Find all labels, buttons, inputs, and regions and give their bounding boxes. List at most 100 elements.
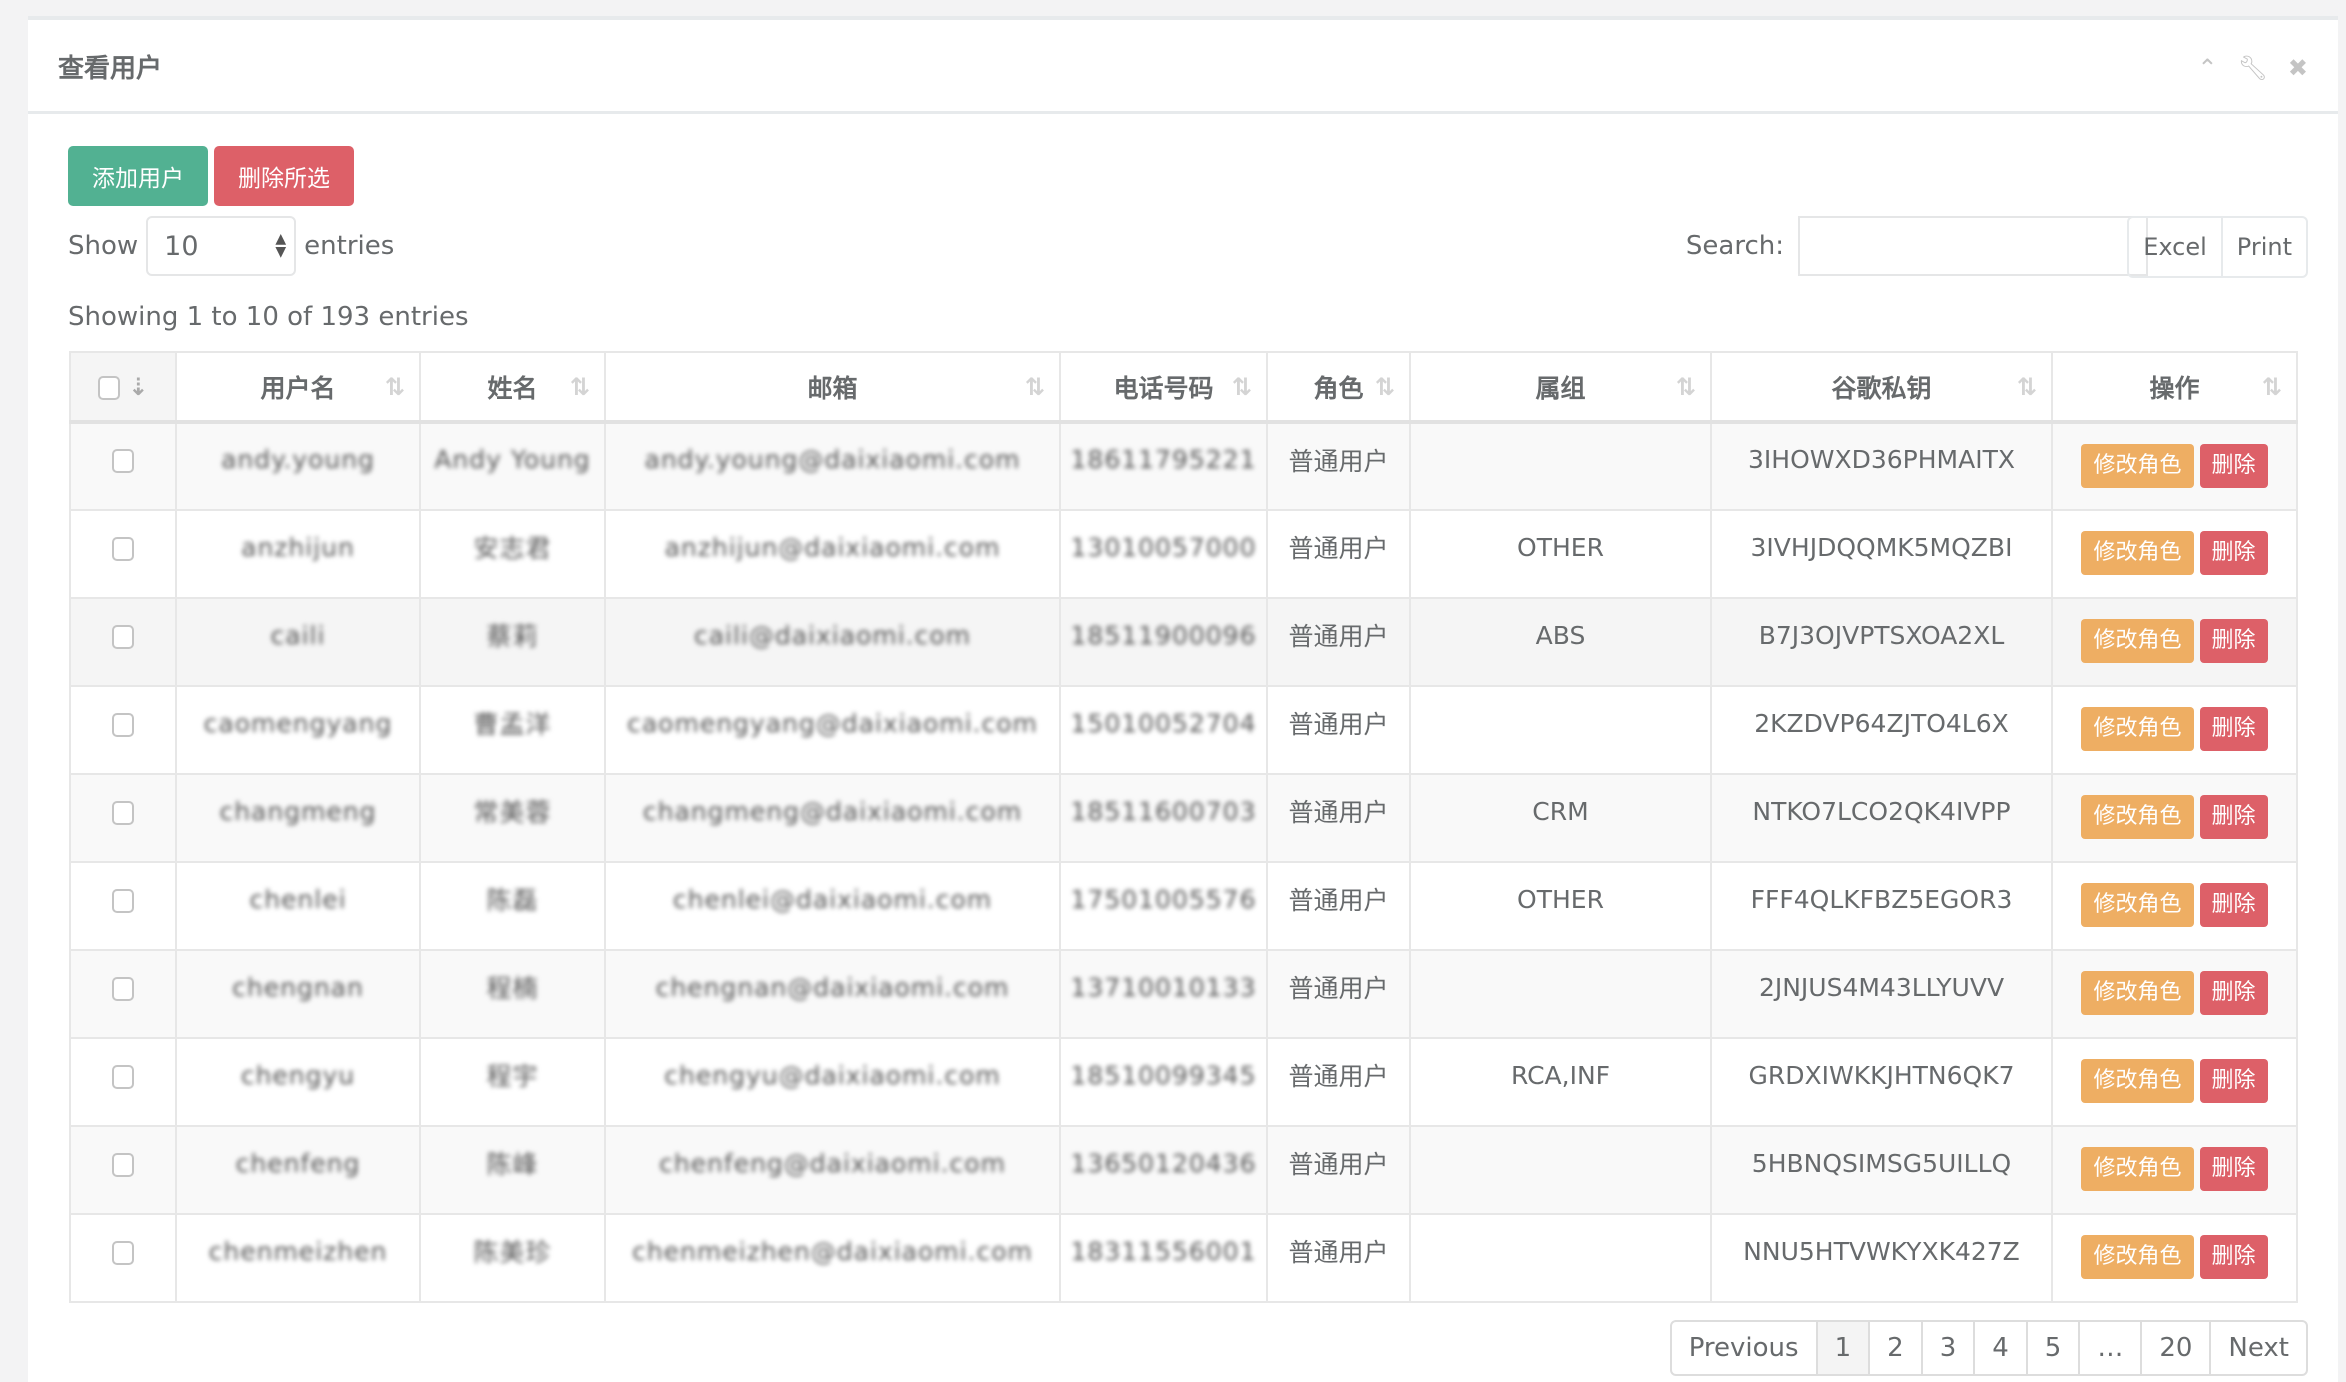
page-title: 查看用户 <box>58 54 163 84</box>
sort-icon[interactable]: ⇅ <box>2262 373 2282 401</box>
row-select[interactable] <box>69 1037 177 1127</box>
next-button[interactable]: Next <box>2209 1322 2306 1374</box>
row-checkbox[interactable] <box>112 624 134 649</box>
column-label: 角色 <box>1313 373 1364 403</box>
edit-role-button[interactable]: 修改角色 <box>2081 1147 2194 1191</box>
column-header[interactable]: 角色 ⇅ <box>1266 351 1411 424</box>
row-checkbox[interactable] <box>112 536 134 561</box>
role: 普通用户 <box>1288 1238 1389 1267</box>
previous-button[interactable]: Previous <box>1672 1322 1816 1374</box>
row-checkbox[interactable] <box>112 449 134 473</box>
edit-role-button[interactable]: 修改角色 <box>2081 1235 2194 1279</box>
row-select[interactable] <box>69 773 177 863</box>
page-button[interactable]: … <box>2078 1322 2140 1374</box>
role: 普通用户 <box>1288 886 1389 915</box>
row-select[interactable] <box>69 949 177 1039</box>
delete-selected-button[interactable]: 删除所选 <box>214 146 354 206</box>
row-checkbox[interactable] <box>112 888 134 913</box>
phone: 18311556001 <box>1070 1236 1257 1266</box>
column-header[interactable]: 邮箱 ⇅ <box>604 351 1061 424</box>
row-select[interactable] <box>69 509 177 599</box>
column-header[interactable]: 用户名 ⇅ <box>175 351 421 424</box>
delete-button[interactable]: 删除 <box>2199 443 2268 488</box>
edit-role-button[interactable]: 修改角色 <box>2081 795 2194 839</box>
chevron-up-icon[interactable]: ⌃ <box>2197 54 2217 82</box>
page-button[interactable]: 2 <box>1868 1322 1921 1374</box>
page-button[interactable]: 5 <box>2025 1322 2079 1374</box>
print-button[interactable]: Print <box>2220 218 2306 276</box>
table-row: changmeng 常美蓉 changmeng@daixiaomi.com 18… <box>69 773 2298 863</box>
google-key: 5HBNQSIMSG5UILLQ <box>1751 1148 2012 1178</box>
table-row: chenfeng 陈峰 chenfeng@daixiaomi.com 13650… <box>69 1125 2298 1215</box>
select-all-header[interactable]: ⇣ <box>69 351 177 424</box>
excel-button[interactable]: Excel <box>2129 218 2221 276</box>
sort-icon[interactable]: ⇣ <box>128 373 148 401</box>
select-all-checkbox[interactable] <box>97 376 120 400</box>
sort-icon[interactable]: ⇅ <box>385 373 405 401</box>
search-input[interactable] <box>1798 216 2148 276</box>
column-header[interactable]: 操作 ⇅ <box>2051 351 2298 424</box>
page-button[interactable]: 20 <box>2140 1322 2209 1374</box>
column-header[interactable]: 谷歌私钥 ⇅ <box>1710 351 2053 424</box>
column-header[interactable]: 电话号码 ⇅ <box>1059 351 1268 424</box>
page-button[interactable]: 1 <box>1815 1322 1869 1374</box>
full-name: 安志君 <box>473 534 552 563</box>
row-checkbox[interactable] <box>112 976 134 1001</box>
close-icon[interactable]: ✖ <box>2288 54 2308 82</box>
sort-icon[interactable]: ⇅ <box>570 373 590 401</box>
sort-icon[interactable]: ⇅ <box>1025 373 1045 401</box>
username: changmeng <box>219 796 377 826</box>
delete-button[interactable]: 删除 <box>2199 795 2268 839</box>
role: 普通用户 <box>1288 622 1389 651</box>
delete-button[interactable]: 删除 <box>2199 707 2268 751</box>
group: ABS <box>1535 620 1586 650</box>
username: anzhijun <box>241 532 355 562</box>
email: andy.young@daixiaomi.com <box>644 445 1021 474</box>
edit-role-button[interactable]: 修改角色 <box>2081 619 2194 663</box>
row-select[interactable] <box>69 1125 177 1215</box>
row-checkbox[interactable] <box>112 1240 134 1265</box>
table-row: chenmeizhen 陈美珍 chenmeizhen@daixiaomi.co… <box>69 1213 2298 1303</box>
sort-icon[interactable]: ⇅ <box>1375 373 1395 401</box>
full-name: Andy Young <box>434 445 591 474</box>
row-checkbox[interactable] <box>112 1152 134 1177</box>
delete-button[interactable]: 删除 <box>2199 971 2268 1015</box>
row-checkbox[interactable] <box>112 800 134 825</box>
google-key: NNU5HTVWKYXK427Z <box>1743 1236 2020 1266</box>
page-button[interactable]: 3 <box>1920 1322 1974 1374</box>
delete-button[interactable]: 删除 <box>2199 1235 2268 1279</box>
sort-icon[interactable]: ⇅ <box>1232 373 1252 401</box>
row-select[interactable] <box>69 685 177 775</box>
page-button[interactable]: 4 <box>1973 1322 2026 1374</box>
page-length-select[interactable]: 10 ▲ ▼ <box>146 216 297 276</box>
row-select[interactable] <box>69 1213 177 1303</box>
group: OTHER <box>1517 532 1604 562</box>
row-select[interactable] <box>69 597 177 687</box>
google-key: 2JNJUS4M43LLYUVV <box>1758 972 2005 1002</box>
sort-icon[interactable]: ⇅ <box>2017 373 2037 401</box>
row-checkbox[interactable] <box>112 712 134 737</box>
table-info: Showing 1 to 10 of 193 entries <box>68 302 469 332</box>
edit-role-button[interactable]: 修改角色 <box>2081 443 2194 488</box>
delete-button[interactable]: 删除 <box>2199 531 2268 575</box>
column-header[interactable]: 姓名 ⇅ <box>419 351 606 424</box>
sort-icon[interactable]: ⇅ <box>1676 373 1696 401</box>
search-label: Search: <box>1685 231 1784 261</box>
delete-button[interactable]: 删除 <box>2199 883 2268 927</box>
row-select[interactable] <box>69 861 177 951</box>
delete-button[interactable]: 删除 <box>2199 619 2268 663</box>
username: andy.young <box>221 445 375 474</box>
edit-role-button[interactable]: 修改角色 <box>2081 971 2194 1015</box>
row-checkbox[interactable] <box>112 1064 134 1089</box>
edit-role-button[interactable]: 修改角色 <box>2081 707 2194 751</box>
delete-button[interactable]: 删除 <box>2199 1147 2268 1191</box>
edit-role-button[interactable]: 修改角色 <box>2081 1059 2194 1103</box>
wrench-icon[interactable]: 🔧︎ <box>2237 54 2267 82</box>
edit-role-button[interactable]: 修改角色 <box>2081 531 2194 575</box>
add-user-button[interactable]: 添加用户 <box>68 146 208 206</box>
row-select[interactable] <box>69 421 177 511</box>
delete-button[interactable]: 删除 <box>2199 1059 2268 1103</box>
column-label: 邮箱 <box>807 373 858 403</box>
edit-role-button[interactable]: 修改角色 <box>2081 883 2194 927</box>
column-header[interactable]: 属组 ⇅ <box>1409 351 1712 424</box>
